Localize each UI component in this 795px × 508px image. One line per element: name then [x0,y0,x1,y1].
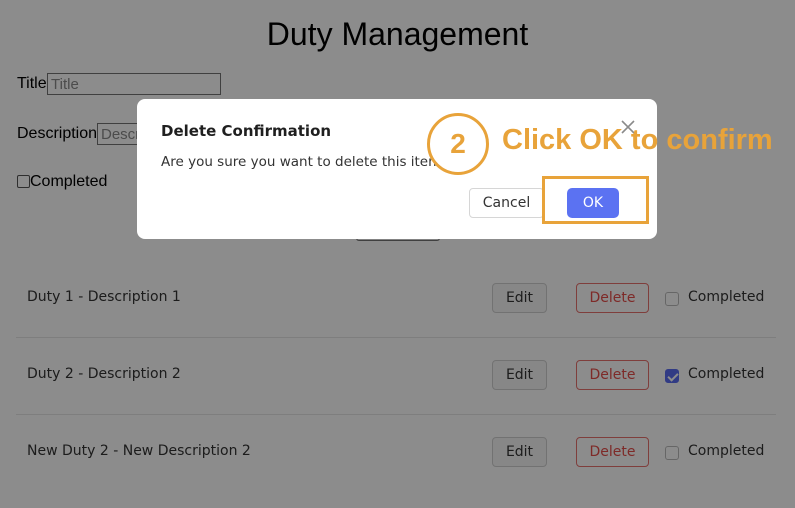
ok-highlight-box [542,176,649,224]
modal-backdrop[interactable] [0,0,795,508]
instruction-annotation: Click OK to confirm [502,124,773,156]
step-number-badge: 2 [427,113,489,175]
dialog-title: Delete Confirmation [161,122,332,140]
cancel-button[interactable]: Cancel [469,188,544,218]
dialog-message: Are you sure you want to delete this ite… [161,154,449,170]
